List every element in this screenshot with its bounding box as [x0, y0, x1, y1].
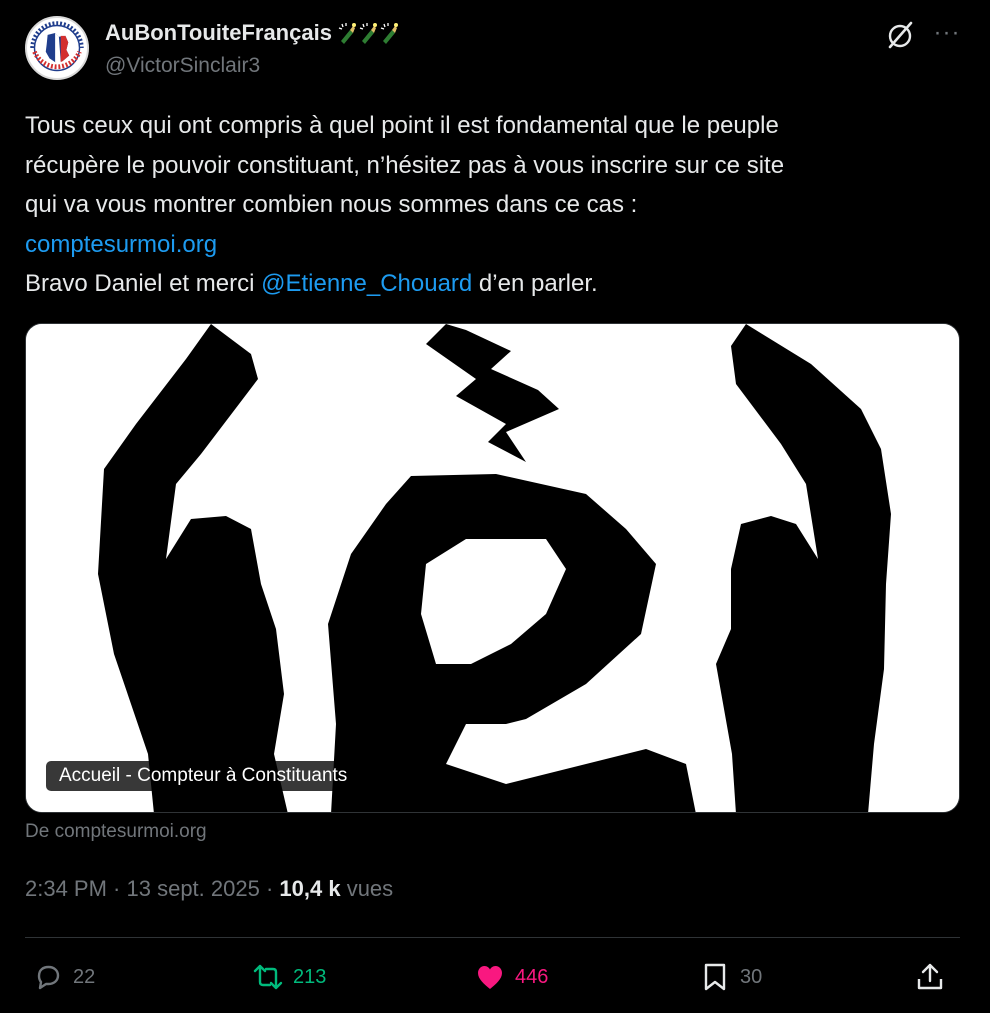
- link-card[interactable]: Accueil - Compteur à Constituants: [25, 323, 960, 813]
- card-source[interactable]: De comptesurmoi.org: [25, 821, 207, 843]
- bookmark-count: 30: [740, 965, 763, 988]
- action-bar: 22 213 446 30: [25, 955, 960, 999]
- tweet-text-line: qui va vous montrer combien nous sommes …: [25, 191, 638, 218]
- reply-count: 22: [73, 965, 96, 988]
- champagne-bottle-icon: [359, 23, 377, 44]
- reply-button[interactable]: 22: [33, 955, 95, 999]
- retweet-button[interactable]: 213: [253, 955, 326, 999]
- tweet-header: AuBonTouiteFrançais @VictorSinclair3 ···: [25, 16, 965, 82]
- tweet-text-fragment: d’en parler.: [472, 270, 598, 297]
- champagne-bottle-icon: [380, 23, 398, 44]
- retweet-count: 213: [293, 965, 327, 988]
- name-row: AuBonTouiteFrançais: [105, 20, 399, 46]
- tweet-text-line: Tous ceux qui ont compris à quel point i…: [25, 112, 779, 139]
- champagne-bottle-icon: [338, 23, 356, 44]
- share-button[interactable]: [915, 955, 945, 999]
- tweet-text-fragment: Bravo Daniel et merci: [25, 270, 262, 297]
- tweet-date[interactable]: 13 sept. 2025: [127, 876, 260, 901]
- tweet-text: Tous ceux qui ont compris à quel point i…: [25, 106, 955, 304]
- more-options-icon[interactable]: ···: [930, 18, 964, 48]
- display-name[interactable]: AuBonTouiteFrançais: [105, 20, 332, 46]
- tweet-link[interactable]: comptesurmoi.org: [25, 225, 955, 265]
- tweet-text-line: Bravo Daniel et merci @Etienne_Chouard d…: [25, 264, 955, 304]
- heart-icon: [478, 966, 502, 989]
- share-icon: [917, 963, 943, 990]
- meta-separator: ·: [106, 876, 127, 901]
- like-button[interactable]: 446: [475, 955, 548, 999]
- tweet-text-line: récupère le pouvoir constituant, n’hésit…: [25, 151, 785, 179]
- tweet-time[interactable]: 2:34 PM: [25, 876, 107, 901]
- divider: [25, 937, 960, 938]
- user-handle[interactable]: @VictorSinclair3: [105, 54, 260, 78]
- reply-icon: [37, 965, 60, 990]
- avatar[interactable]: [25, 16, 89, 80]
- meta-separator: ·: [259, 876, 280, 901]
- retweet-icon: [253, 964, 283, 990]
- views-label: vues: [340, 876, 394, 901]
- views-count: 10,4 k: [279, 876, 341, 901]
- champagne-emojis: [338, 22, 399, 44]
- bookmark-button[interactable]: 30: [700, 955, 762, 999]
- bookmark-icon: [704, 963, 726, 991]
- like-count: 446: [515, 965, 549, 988]
- tweet-meta: 2:34 PM · 13 sept. 2025 · 10,4 k vues: [25, 876, 393, 902]
- card-image: [26, 324, 959, 812]
- mention-link[interactable]: @Etienne_Chouard: [261, 270, 472, 297]
- card-title: Accueil - Compteur à Constituants: [46, 761, 361, 791]
- grok-icon[interactable]: [885, 20, 915, 50]
